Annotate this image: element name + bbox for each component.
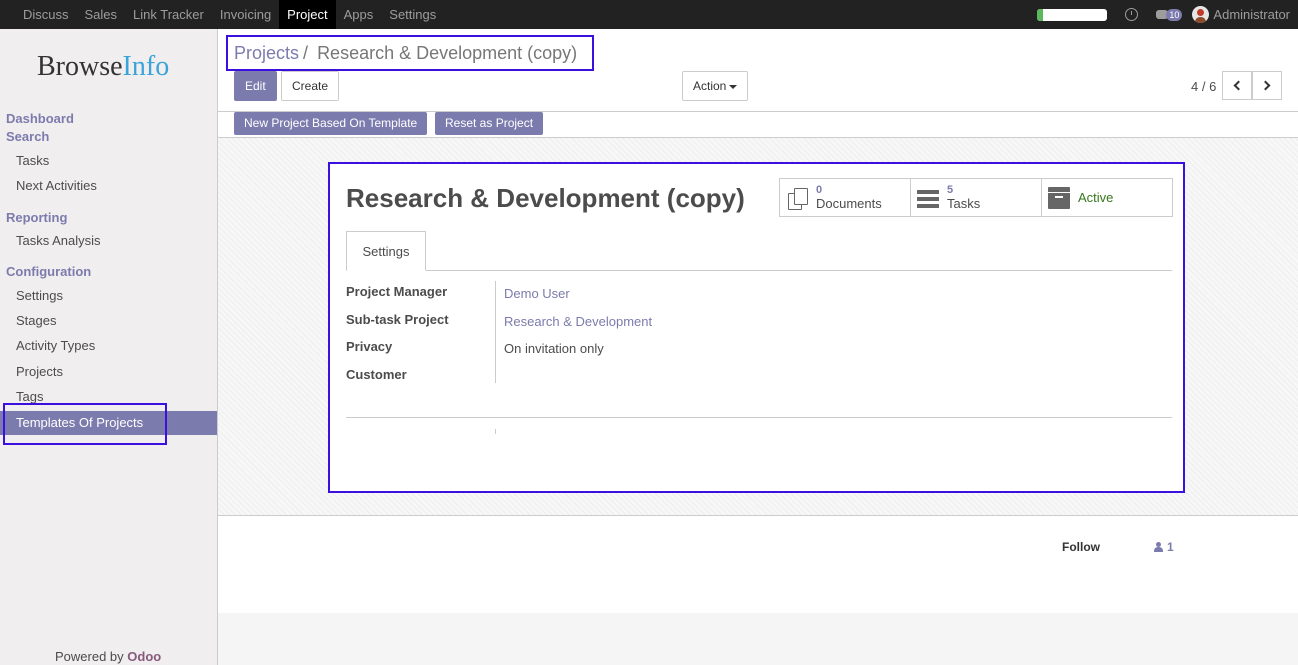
menu-apps[interactable]: Apps — [336, 0, 382, 29]
top-navbar: Discuss Sales Link Tracker Invoicing Pro… — [0, 0, 1298, 29]
followers-count: 1 — [1167, 540, 1174, 554]
sidebar-item-next-activities[interactable]: Next Activities — [0, 174, 217, 198]
new-project-based-on-template-button[interactable]: New Project Based On Template — [234, 112, 428, 135]
button-box: 0 Documents 5 Tasks Active — [779, 178, 1173, 217]
action-label: Action — [693, 79, 727, 93]
avatar[interactable] — [1192, 6, 1210, 23]
form-sheet-background: Research & Development (copy) 0 Document… — [218, 138, 1298, 516]
sidebar-item-templates-of-projects[interactable]: Templates Of Projects — [0, 411, 217, 435]
odoo-link[interactable]: Odoo — [127, 649, 161, 664]
follow-button[interactable]: Follow — [1062, 540, 1100, 554]
tasks-icon — [917, 187, 939, 209]
privacy-value: On invitation only — [504, 341, 604, 356]
breadcrumb-separator: / — [303, 43, 309, 63]
tasks-stat-button[interactable]: 5 Tasks — [911, 179, 1042, 216]
documents-count: 0 — [816, 184, 823, 196]
sidebar-section-reporting[interactable]: Reporting — [6, 210, 67, 225]
sidebar-item-tags[interactable]: Tags — [0, 385, 217, 409]
documents-icon — [786, 187, 808, 210]
logo-part2: Info — [122, 51, 170, 82]
privacy-label: Privacy — [346, 339, 393, 354]
user-icon — [1154, 542, 1163, 552]
archive-icon — [1048, 186, 1070, 209]
caret-down-icon — [729, 84, 738, 89]
menu-link-tracker[interactable]: Link Tracker — [125, 0, 212, 29]
tab-settings[interactable]: Settings — [346, 231, 426, 271]
form-header: New Project Based On Template Reset as P… — [218, 112, 1298, 138]
field-column-divider-2 — [495, 429, 496, 434]
menu-project[interactable]: Project — [279, 0, 336, 29]
sidebar-item-activity-types[interactable]: Activity Types — [0, 334, 217, 358]
sidebar-item-tasks[interactable]: Tasks — [0, 149, 217, 173]
tasks-icon-bar-2 — [917, 196, 939, 201]
sidebar-item-tasks-analysis[interactable]: Tasks Analysis — [0, 229, 217, 253]
pager-next[interactable] — [1252, 71, 1282, 100]
create-button[interactable]: Create — [281, 71, 340, 101]
sidebar-item-settings[interactable]: Settings — [0, 284, 217, 308]
progress-bar — [1037, 8, 1108, 21]
sidebar-section-dashboard[interactable]: Dashboard — [6, 111, 74, 126]
active-label: Active — [1078, 190, 1114, 205]
bottom-area — [218, 613, 1298, 665]
reset-as-project-button[interactable]: Reset as Project — [435, 112, 544, 135]
field-column-divider — [495, 281, 496, 383]
section-divider — [346, 417, 1172, 418]
followers-button[interactable]: 1 — [1154, 540, 1174, 554]
chat-icon[interactable]: 10 — [1156, 8, 1183, 21]
browseinfo-logo: BrowseInfo — [37, 51, 169, 83]
breadcrumb-projects[interactable]: Projects — [234, 43, 299, 63]
breadcrumb: Projects / Research & Development (copy) — [234, 43, 577, 64]
pager-value[interactable]: 4 / 6 — [1191, 79, 1216, 94]
customer-label: Customer — [346, 367, 407, 382]
app-menu: Discuss Sales Link Tracker Invoicing Pro… — [0, 0, 444, 29]
powered-by-text: Powered by — [55, 649, 124, 664]
pager-previous[interactable] — [1222, 71, 1252, 100]
chevron-right-icon — [1260, 80, 1271, 91]
menu-settings[interactable]: Settings — [381, 0, 444, 29]
sidebar-section-search[interactable]: Search — [6, 129, 49, 144]
action-dropdown[interactable]: Action — [682, 71, 749, 101]
documents-label: Documents — [816, 196, 882, 211]
systray: 10 Administrator — [1037, 0, 1290, 29]
chevron-left-icon — [1233, 80, 1244, 91]
user-menu[interactable]: Administrator — [1213, 7, 1290, 22]
project-title: Research & Development (copy) — [346, 183, 745, 213]
project-manager-label: Project Manager — [346, 284, 448, 299]
control-panel: Projects / Research & Development (copy) … — [218, 29, 1298, 112]
logo-part1: Browse — [37, 51, 123, 82]
tasks-icon-bar-3 — [917, 203, 939, 208]
tasks-icon-bar-1 — [917, 189, 939, 194]
menu-discuss[interactable]: Discuss — [0, 0, 77, 29]
tasks-count: 5 — [947, 184, 954, 196]
active-toggle-button[interactable]: Active — [1042, 179, 1172, 216]
powered-by: Powered by Odoo — [55, 649, 161, 664]
chat-badge: 10 — [1166, 8, 1183, 21]
form-sheet: Research & Development (copy) 0 Document… — [328, 162, 1185, 493]
tab-divider — [346, 270, 1172, 271]
documents-stat-button[interactable]: 0 Documents — [780, 179, 911, 216]
progress-bar-fill — [1037, 8, 1043, 21]
sidebar-item-stages[interactable]: Stages — [0, 309, 217, 333]
edit-button[interactable]: Edit — [234, 71, 277, 101]
tasks-label: Tasks — [947, 196, 981, 211]
sidebar-section-configuration[interactable]: Configuration — [6, 264, 91, 279]
menu-sales[interactable]: Sales — [77, 0, 126, 29]
clock-icon[interactable] — [1125, 8, 1139, 21]
breadcrumb-current: Research & Development (copy) — [317, 43, 578, 63]
project-manager-value[interactable]: Demo User — [504, 286, 570, 301]
subtask-project-value[interactable]: Research & Development — [504, 314, 652, 329]
chatter: Follow 1 — [218, 516, 1298, 613]
subtask-project-label: Sub-task Project — [346, 312, 449, 327]
sidebar-item-projects[interactable]: Projects — [0, 360, 217, 384]
menu-invoicing[interactable]: Invoicing — [212, 0, 279, 29]
sidebar: BrowseInfo Dashboard Search Tasks Next A… — [0, 29, 218, 665]
